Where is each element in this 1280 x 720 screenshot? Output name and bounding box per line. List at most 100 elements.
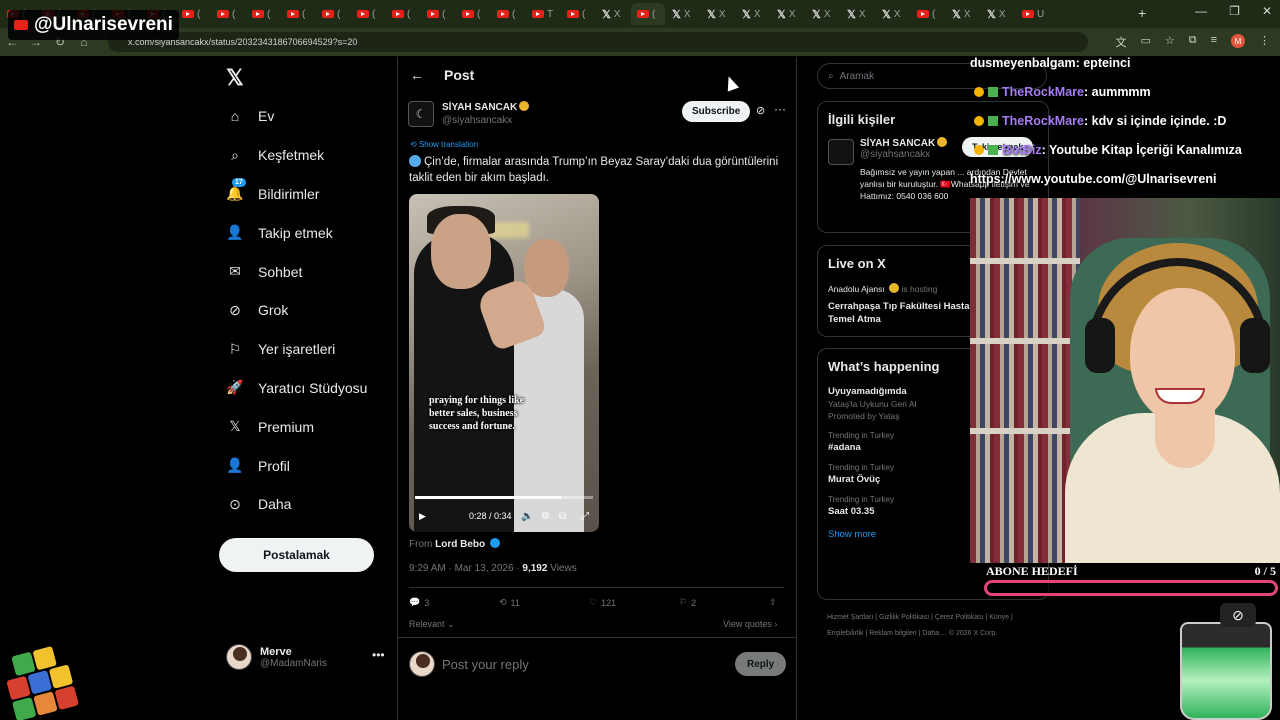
browser-tab[interactable]: 𝕏X bbox=[771, 3, 805, 25]
browser-tab[interactable]: ( bbox=[351, 3, 385, 25]
chat-text: : Youtube Kitap İçeriği Kanalımıza bbox=[1041, 142, 1242, 157]
sidebar-item-label: Takip etmek bbox=[258, 224, 333, 241]
shelf-rail bbox=[970, 338, 1080, 344]
pip-icon[interactable]: ⧉ bbox=[559, 511, 566, 522]
browser-tab-label: ( bbox=[407, 8, 411, 20]
video-time: 0:28 / 0:34 bbox=[469, 511, 512, 521]
sidebar-item-1[interactable]: ⌕ Keşfetmek bbox=[226, 136, 367, 175]
browser-tab[interactable]: 𝕏X bbox=[876, 3, 910, 25]
browser-tab[interactable]: U bbox=[1016, 3, 1050, 25]
sidebar-item-10[interactable]: ⊙ Daha bbox=[226, 485, 367, 524]
url-field[interactable]: x.com/siyahsancakx/status/20323431867066… bbox=[108, 32, 1088, 52]
post-timestamp[interactable]: 9:29 AM · Mar 13, 2026 · bbox=[409, 563, 522, 574]
post-more-icon[interactable]: ··· bbox=[774, 102, 786, 116]
cube-tile bbox=[11, 696, 37, 720]
video-progress[interactable] bbox=[415, 496, 593, 499]
share-icon: ⇪ bbox=[769, 597, 777, 607]
search-placeholder: Aramak bbox=[839, 70, 875, 82]
x-logo-icon[interactable]: 𝕏 bbox=[226, 65, 244, 91]
back-arrow-icon[interactable]: ← bbox=[410, 67, 424, 83]
avatar[interactable] bbox=[828, 139, 854, 165]
fullscreen-icon[interactable]: ⤢ bbox=[581, 511, 589, 522]
account-switcher[interactable]: Merve @MadamNaris ••• bbox=[226, 644, 385, 670]
sidebar-item-8[interactable]: 𝕏 Premium bbox=[226, 407, 367, 446]
browser-tab[interactable]: ( bbox=[911, 3, 945, 25]
sidebar-item-5[interactable]: ⊘ Grok bbox=[226, 291, 367, 330]
show-translation-link[interactable]: ⟲ Show translation bbox=[410, 140, 478, 149]
reply-input[interactable]: Post your reply bbox=[442, 657, 529, 672]
repost-count: 11 bbox=[510, 597, 520, 608]
sidebar-item-7[interactable]: 🚀 Yaratıcı Stüdyosu bbox=[226, 369, 367, 408]
cookie-jar bbox=[1180, 622, 1272, 720]
new-tab-button[interactable]: + bbox=[1138, 5, 1146, 21]
webcam-overlay bbox=[970, 198, 1280, 563]
browser-tab[interactable]: ( bbox=[246, 3, 280, 25]
browser-tab[interactable]: ( bbox=[176, 3, 210, 25]
browser-tab[interactable]: 𝕏X bbox=[946, 3, 980, 25]
youtube-favicon-icon bbox=[287, 10, 299, 18]
browser-tab[interactable]: 𝕏X bbox=[841, 3, 875, 25]
post-button[interactable]: Postalamak bbox=[219, 538, 374, 572]
browser-tab[interactable]: 𝕏X bbox=[666, 3, 700, 25]
browser-tab-label: X bbox=[998, 8, 1006, 20]
browser-tab[interactable]: ( bbox=[491, 3, 525, 25]
volume-icon[interactable]: 🔈 bbox=[521, 511, 533, 522]
reply-button[interactable]: Reply bbox=[735, 652, 787, 676]
browser-tab[interactable]: 𝕏X bbox=[736, 3, 770, 25]
browser-tab[interactable]: T bbox=[526, 3, 560, 25]
browser-tab[interactable]: ( bbox=[631, 3, 665, 25]
browser-tab[interactable]: ( bbox=[456, 3, 490, 25]
browser-tab[interactable]: 𝕏X bbox=[981, 3, 1015, 25]
close-icon[interactable]: ✕ bbox=[1262, 4, 1272, 18]
chat-user: TheRockMare bbox=[1002, 84, 1084, 99]
more-icon[interactable]: ••• bbox=[372, 648, 385, 662]
browser-tab[interactable]: ( bbox=[211, 3, 245, 25]
view-quotes-link[interactable]: View quotes › bbox=[723, 619, 777, 629]
browser-tab[interactable]: 𝕏X bbox=[806, 3, 840, 25]
share-action[interactable]: ⇪ bbox=[769, 597, 777, 608]
browser-tab[interactable]: ( bbox=[561, 3, 595, 25]
chat-text: : aummmm bbox=[1083, 84, 1151, 99]
bookmark-icon: ⚐ bbox=[679, 597, 688, 607]
cube-tile bbox=[32, 645, 57, 671]
browser-tab[interactable]: 𝕏X bbox=[701, 3, 735, 25]
sidebar-item-3[interactable]: 👤 Takip etmek bbox=[226, 213, 367, 252]
sidebar-item-4[interactable]: ✉ Sohbet bbox=[226, 252, 367, 291]
subscribe-button[interactable]: Subscribe bbox=[682, 101, 751, 122]
browser-tab[interactable]: ( bbox=[316, 3, 350, 25]
sidebar-item-9[interactable]: 👤 Profil bbox=[226, 446, 367, 485]
show-translation-label: Show translation bbox=[418, 140, 479, 149]
video-player[interactable]: praying for things like better sales, bu… bbox=[409, 194, 599, 532]
browser-tab-label: ( bbox=[652, 8, 656, 20]
profile-avatar[interactable]: M bbox=[1231, 34, 1245, 48]
browser-tab-label: X bbox=[753, 8, 761, 20]
sort-replies-dropdown[interactable]: Relevant ⌄ bbox=[409, 619, 455, 630]
notification-badge: 17 bbox=[232, 177, 246, 187]
x-favicon-icon: 𝕏 bbox=[847, 8, 856, 21]
minimize-icon[interactable]: — bbox=[1195, 4, 1207, 18]
sidebar-item-2[interactable]: 🔔 17 Bildirimler bbox=[226, 175, 367, 214]
sidebar-item-label: Bildirimler bbox=[258, 185, 320, 202]
repost-action[interactable]: ⟲ 11 bbox=[499, 597, 589, 608]
sidebar-item-6[interactable]: ⚐ Yer işaretleri bbox=[226, 330, 367, 369]
browser-tab[interactable]: ( bbox=[421, 3, 455, 25]
grok-icon[interactable]: ⊘ bbox=[756, 104, 765, 117]
author-avatar[interactable]: ☾ bbox=[408, 101, 434, 127]
source-link[interactable]: Lord Bebo bbox=[435, 539, 485, 550]
footer-links[interactable]: Hizmet Şartları | Gizlilik Politikası | … bbox=[827, 610, 1047, 642]
reply-action[interactable]: 💬 3 bbox=[409, 597, 499, 608]
post-author[interactable]: ☾ SİYAH SANCAK @siyahsancakx bbox=[408, 101, 530, 127]
browser-tab[interactable]: ( bbox=[281, 3, 315, 25]
play-icon[interactable]: ▶ bbox=[419, 511, 426, 522]
browser-tab[interactable]: ( bbox=[386, 3, 420, 25]
page-title: Post bbox=[444, 67, 475, 83]
shelf-rail bbox=[970, 428, 1080, 434]
sidebar-item-0[interactable]: ⌂ Ev bbox=[226, 97, 367, 136]
settings-icon[interactable]: ⚙ bbox=[541, 511, 550, 522]
like-action[interactable]: ♡ 121 bbox=[589, 597, 679, 608]
bookmark-action[interactable]: ⚐ 2 bbox=[679, 597, 769, 608]
restore-icon[interactable]: ❐ bbox=[1229, 4, 1240, 18]
bookmark-icon: ⚐ bbox=[228, 340, 242, 357]
channel-overlay: @Ulnarisevreni bbox=[8, 10, 179, 40]
browser-tab[interactable]: 𝕏X bbox=[596, 3, 630, 25]
